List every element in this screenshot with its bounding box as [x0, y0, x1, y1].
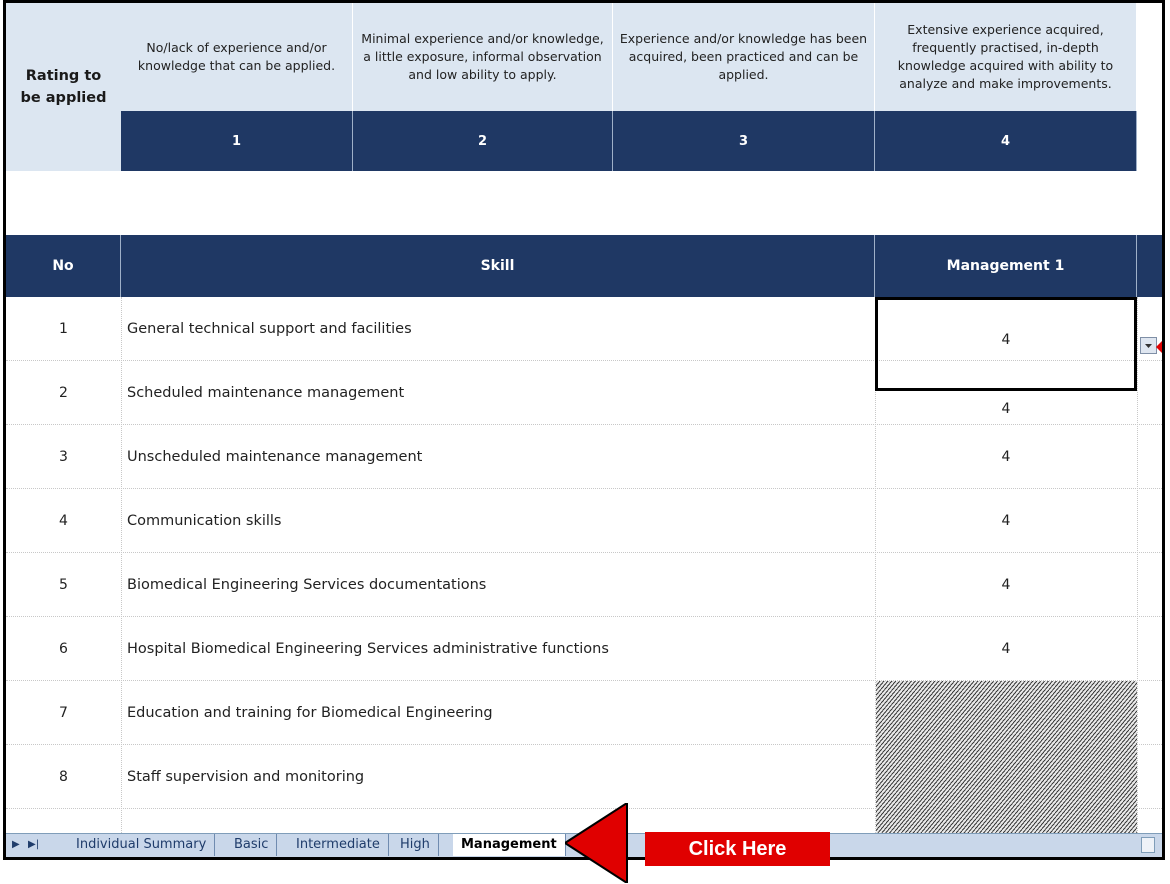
row-5-value[interactable]: 4	[875, 553, 1137, 617]
row-2-skill: Scheduled maintenance management	[127, 385, 405, 401]
row-1-value-selected[interactable]: 4	[875, 297, 1137, 391]
rating-value-3: 3	[613, 111, 875, 171]
row-4-value[interactable]: 4	[875, 489, 1137, 553]
chevron-down-icon	[1145, 344, 1152, 348]
row-2-value[interactable]: 4	[875, 393, 1137, 425]
row-7-skill: Education and training for Biomedical En…	[127, 705, 493, 721]
rating-value-1: 1	[121, 111, 353, 171]
disabled-cells-hatch	[876, 681, 1137, 833]
dropdown-button[interactable]	[1140, 337, 1157, 354]
rating-label-cell: Rating to be applied	[6, 3, 121, 171]
row-6-skill: Hospital Biomedical Engineering Services…	[127, 641, 609, 657]
col-header-extra	[1137, 235, 1162, 297]
row-5-skill: Biomedical Engineering Services document…	[127, 577, 487, 593]
row-6-value[interactable]: 4	[875, 617, 1137, 681]
row-1-no: 1	[59, 321, 68, 337]
callout-arrow-tip-icon	[1156, 341, 1162, 353]
row-3-value[interactable]: 4	[875, 425, 1137, 489]
tab-high[interactable]: High	[392, 834, 439, 856]
tab-individual-summary[interactable]: Individual Summary	[68, 834, 216, 856]
tab-intermediate[interactable]: Intermediate	[288, 834, 389, 856]
row-2-no: 2	[59, 385, 68, 401]
col-header-management: Management 1	[875, 235, 1137, 297]
rating-desc-2: Minimal experience and/or knowledge, a l…	[353, 3, 613, 111]
row-4-skill: Communication skills	[127, 513, 282, 529]
rating-desc-1: No/lack of experience and/or knowledge t…	[121, 3, 353, 111]
tab-scroll-next-icon[interactable]: ▶	[12, 834, 20, 856]
worksheet: Rating to be applied No/lack of experien…	[6, 3, 1162, 833]
rating-label: Rating to be applied	[20, 68, 107, 106]
rating-value-4: 4	[875, 111, 1137, 171]
tab-basic[interactable]: Basic	[226, 834, 278, 856]
row-4-no: 4	[59, 513, 68, 529]
row-8-no: 8	[59, 769, 68, 785]
tab-scroll-last-icon[interactable]: ▶|	[28, 834, 39, 856]
rating-desc-4: Extensive experience acquired, frequentl…	[875, 3, 1137, 111]
row-3-skill: Unscheduled maintenance management	[127, 449, 423, 465]
row-3-no: 3	[59, 449, 68, 465]
rating-value-2: 2	[353, 111, 613, 171]
col-header-no: No	[6, 235, 121, 297]
horizontal-scrollbar-thumb[interactable]	[1141, 837, 1155, 853]
row-8-skill: Staff supervision and monitoring	[127, 769, 365, 785]
row-7-no: 7	[59, 705, 68, 721]
grid-vline	[1137, 297, 1138, 833]
row-1-skill: General technical support and facilities	[127, 321, 412, 337]
row-6-no: 6	[59, 641, 68, 657]
rating-desc-3: Experience and/or knowledge has been acq…	[613, 3, 875, 111]
click-here-callout: Click Here	[645, 832, 830, 866]
tab-management[interactable]: Management	[453, 834, 566, 856]
callout-arrow-icon	[565, 803, 628, 883]
row-5-no: 5	[59, 577, 68, 593]
spreadsheet-window: Rating to be applied No/lack of experien…	[3, 0, 1165, 860]
col-header-skill: Skill	[121, 235, 875, 297]
